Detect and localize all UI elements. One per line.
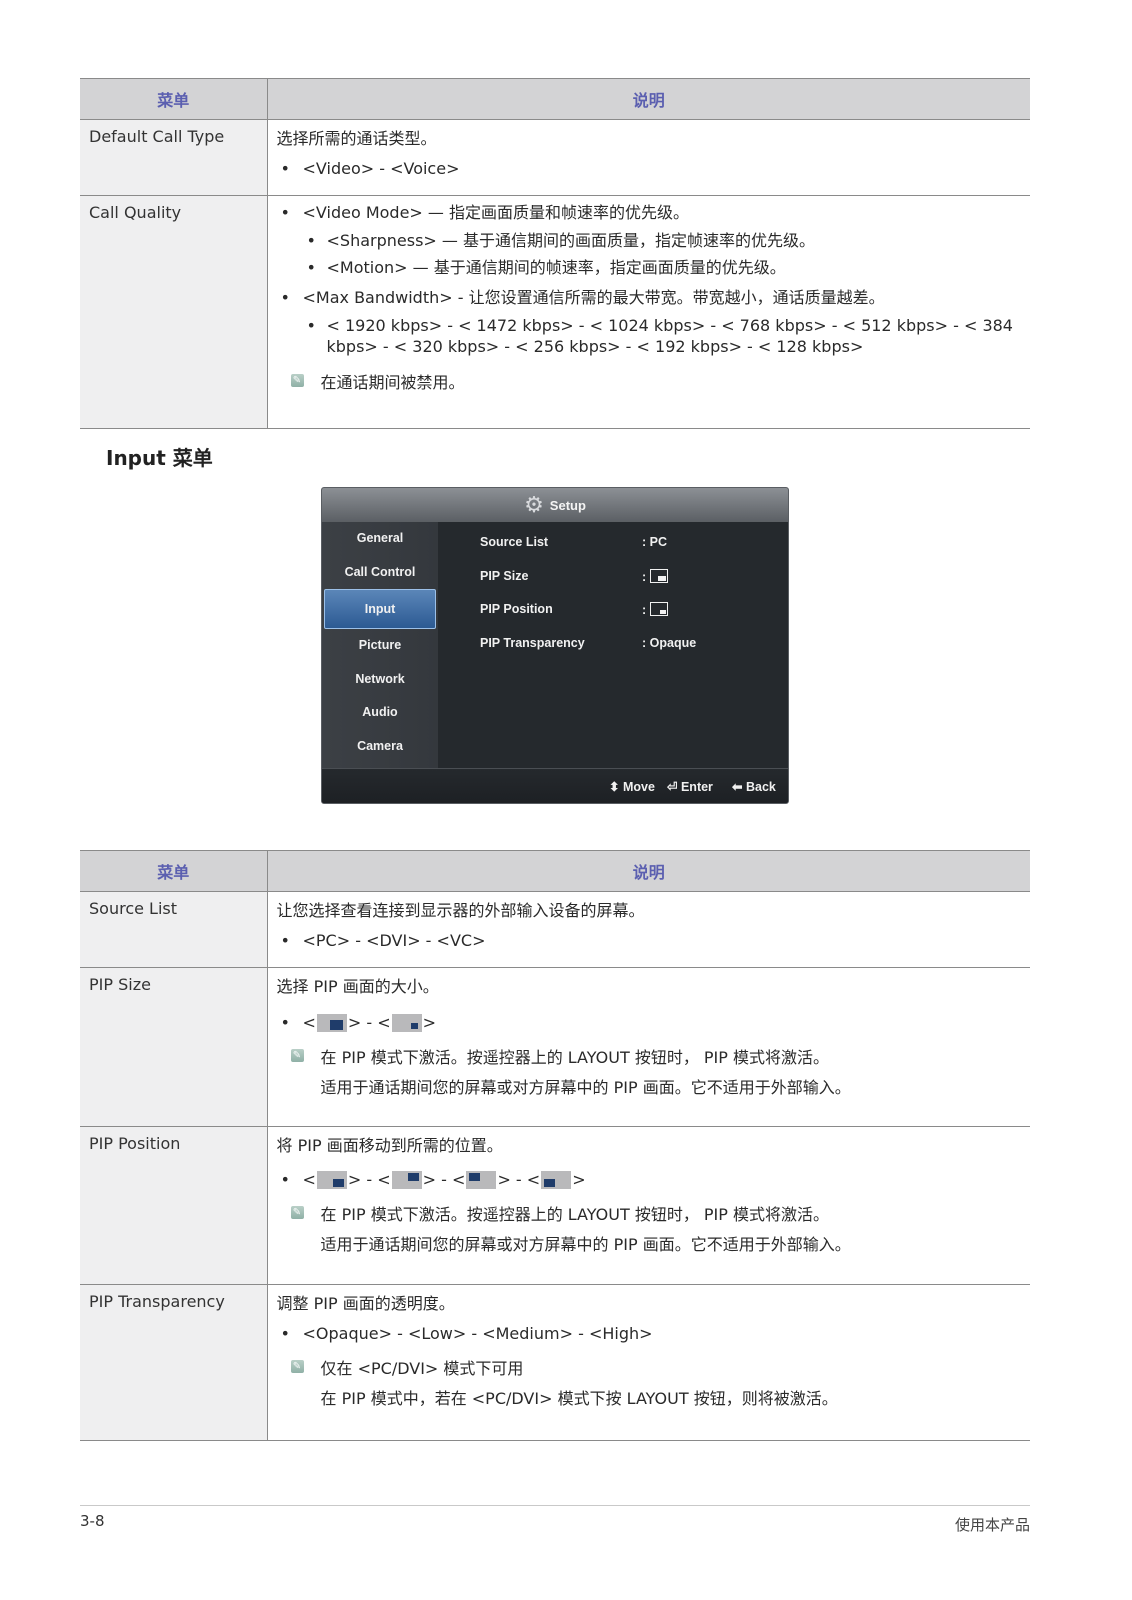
menu-column-header: 菜单 (80, 78, 268, 120)
osd-menu-item-audio[interactable]: Audio (322, 696, 438, 730)
pip-size-options: <> - <> (277, 1012, 1023, 1034)
menu-name: Call Quality (80, 195, 268, 430)
pip-position-options: <> - <> - <> - <> (277, 1169, 1023, 1191)
pip-position-bottom-right-swatch (316, 1170, 347, 1189)
description-text: 选择 PIP 画面的大小。 (276, 977, 439, 997)
note: ✎ 仅在 <PC/DVI> 模式下可用 在 PIP 模式中，若在 <PC/DVI… (277, 1358, 1023, 1409)
back-arrow-icon: ⬅ (732, 780, 743, 794)
osd-title: Setup (549, 497, 586, 513)
description-text: 将 PIP 画面移动到所需的位置。 (276, 1136, 503, 1156)
pip-size-large-swatch (316, 1013, 347, 1032)
table-row: Source List 让您选择查看连接到显示器的外部输入设备的屏幕。 <PC>… (80, 891, 1030, 969)
menu-description: 选择所需的通话类型。 <Video> - <Voice> (267, 119, 1030, 197)
osd-settings-panel: Source List : PC PIP Size : PIP Position… (438, 522, 788, 768)
osd-setting-pip-transparency[interactable]: PIP Transparency (480, 636, 585, 650)
note-text: 仅在 <PC/DVI> 模式下可用 (320, 1359, 524, 1379)
note: ✎ 在 PIP 模式下激活。按遥控器上的 LAYOUT 按钮时， PIP 模式将… (277, 1204, 1023, 1255)
menu-name: Default Call Type (80, 119, 268, 197)
menu-description: <Video Mode> — 指定画面质量和帧速率的优先级。 <Sharpnes… (267, 195, 1030, 430)
table-row: PIP Position 将 PIP 画面移动到所需的位置。 <> - <> -… (80, 1126, 1030, 1286)
osd-value-pip-size: : (642, 569, 669, 584)
note-text: 在 PIP 模式下激活。按遥控器上的 LAYOUT 按钮时， PIP 模式将激活… (320, 1205, 830, 1225)
note: ✎ 在通话期间被禁用。 (277, 372, 1023, 394)
osd-menu-item-input[interactable]: Input (324, 589, 436, 629)
pip-position-icon (650, 602, 669, 616)
table-row: PIP Size 选择 PIP 画面的大小。 <> - <> ✎ 在 PIP 模… (80, 967, 1030, 1128)
sub-option-item: < 1920 kbps> - < 1472 kbps> - < 1024 kbp… (277, 315, 1023, 358)
footer-divider (80, 1505, 1030, 1506)
menu-name: Source List (80, 891, 268, 969)
note: ✎ 在 PIP 模式下激活。按遥控器上的 LAYOUT 按钮时， PIP 模式将… (277, 1047, 1023, 1098)
sub-option-item: <Sharpness> — 基于通信期间的画面质量，指定帧速率的优先级。 (277, 230, 1023, 252)
option-list: <Opaque> - <Low> - <Medium> - <High> (277, 1323, 1023, 1345)
updown-icon: ⬍ (609, 780, 620, 794)
note-icon: ✎ (290, 1049, 304, 1063)
osd-setting-pip-position[interactable]: PIP Position (480, 602, 553, 616)
menu-name: PIP Position (80, 1126, 268, 1286)
note-icon: ✎ (290, 1360, 304, 1374)
page-number: 3-8 (80, 1512, 105, 1530)
chapter-title: 使用本产品 (954, 1516, 1030, 1534)
description-column-header: 说明 (267, 78, 1030, 120)
osd-menu: General Call Control Input Picture Netwo… (322, 522, 438, 768)
osd-menu-item-picture[interactable]: Picture (322, 629, 438, 663)
osd-enter-hint: ⏎ Enter (667, 780, 713, 794)
osd-value-source-list: : PC (642, 535, 667, 549)
option-item: <Video Mode> — 指定画面质量和帧速率的优先级。 (277, 202, 1023, 224)
section-title: Input 菜单 (106, 446, 213, 470)
option-item: <Max Bandwidth> - 让您设置通信所需的最大带宽。带宽越小，通话质… (277, 287, 1023, 309)
note-icon: ✎ (290, 1206, 304, 1220)
table-row: Default Call Type 选择所需的通话类型。 <Video> - <… (80, 119, 1030, 197)
osd-setting-source-list[interactable]: Source List (480, 535, 548, 549)
osd-back-hint: ⬅ Back (732, 780, 776, 794)
description-text: 让您选择查看连接到显示器的外部输入设备的屏幕。 (276, 901, 645, 920)
menu-name: PIP Size (80, 967, 268, 1128)
menu-description: 调整 PIP 画面的透明度。 <Opaque> - <Low> - <Mediu… (267, 1284, 1030, 1442)
option-list: <PC> - <DVI> - <VC> (277, 930, 1023, 952)
call-settings-table: 菜单 说明 Default Call Type 选择所需的通话类型。 <Vide… (80, 78, 1030, 430)
osd-header: ⚙ Setup (322, 488, 788, 522)
sub-option-item: <Motion> — 基于通信期间的帧速率，指定画面质量的优先级。 (277, 257, 1023, 279)
description-column-header: 说明 (267, 850, 1030, 892)
description-text: 调整 PIP 画面的透明度。 (276, 1294, 455, 1314)
note-text: 适用于通话期间您的屏幕或对方屏幕中的 PIP 画面。它不适用于外部输入。 (320, 1234, 851, 1254)
note-icon: ✎ (290, 373, 304, 387)
osd-footer: ⬍ Move ⏎ Enter ⬅ Back (322, 768, 788, 803)
setup-osd-screen: ⚙ Setup General Call Control Input Pictur… (321, 487, 789, 804)
table-row: Call Quality <Video Mode> — 指定画面质量和帧速率的优… (80, 195, 1030, 430)
osd-menu-item-call-control[interactable]: Call Control (322, 556, 438, 590)
pip-position-top-right-swatch (391, 1170, 422, 1189)
note-text: 在 PIP 模式下激活。按遥控器上的 LAYOUT 按钮时， PIP 模式将激活… (320, 1048, 830, 1068)
enter-icon: ⏎ (667, 780, 678, 794)
osd-value-pip-transparency: : Opaque (642, 636, 697, 650)
osd-menu-item-camera[interactable]: Camera (322, 730, 438, 764)
pip-size-small-swatch (391, 1013, 422, 1032)
osd-menu-item-general[interactable]: General (322, 522, 438, 556)
note-text: 在通话期间被禁用。 (320, 372, 465, 392)
pip-position-bottom-left-swatch (541, 1170, 572, 1189)
osd-move-hint: ⬍ Move (609, 780, 655, 794)
menu-name: PIP Transparency (80, 1284, 268, 1442)
menu-description: 选择 PIP 画面的大小。 <> - <> ✎ 在 PIP 模式下激活。按遥控器… (267, 967, 1030, 1128)
table-row: PIP Transparency 调整 PIP 画面的透明度。 <Opaque>… (80, 1284, 1030, 1442)
gear-icon: ⚙ (524, 492, 544, 517)
osd-menu-item-network[interactable]: Network (322, 663, 438, 697)
pip-size-icon (650, 569, 669, 583)
menu-column-header: 菜单 (80, 850, 268, 892)
description-text: 选择所需的通话类型。 (276, 129, 437, 148)
note-text: 在 PIP 模式中，若在 <PC/DVI> 模式下按 LAYOUT 按钮，则将被… (320, 1388, 838, 1408)
option-list: <Video> - <Voice> (277, 158, 1023, 180)
menu-description: 让您选择查看连接到显示器的外部输入设备的屏幕。 <PC> - <DVI> - <… (267, 891, 1030, 969)
pip-position-top-left-swatch (466, 1170, 497, 1189)
osd-value-pip-position: : (642, 602, 669, 617)
menu-description: 将 PIP 画面移动到所需的位置。 <> - <> - <> - <> ✎ 在 … (267, 1126, 1030, 1286)
osd-setting-pip-size[interactable]: PIP Size (480, 569, 528, 583)
input-menu-table: 菜单 说明 Source List 让您选择查看连接到显示器的外部输入设备的屏幕… (80, 850, 1030, 1442)
note-text: 适用于通话期间您的屏幕或对方屏幕中的 PIP 画面。它不适用于外部输入。 (320, 1077, 851, 1097)
